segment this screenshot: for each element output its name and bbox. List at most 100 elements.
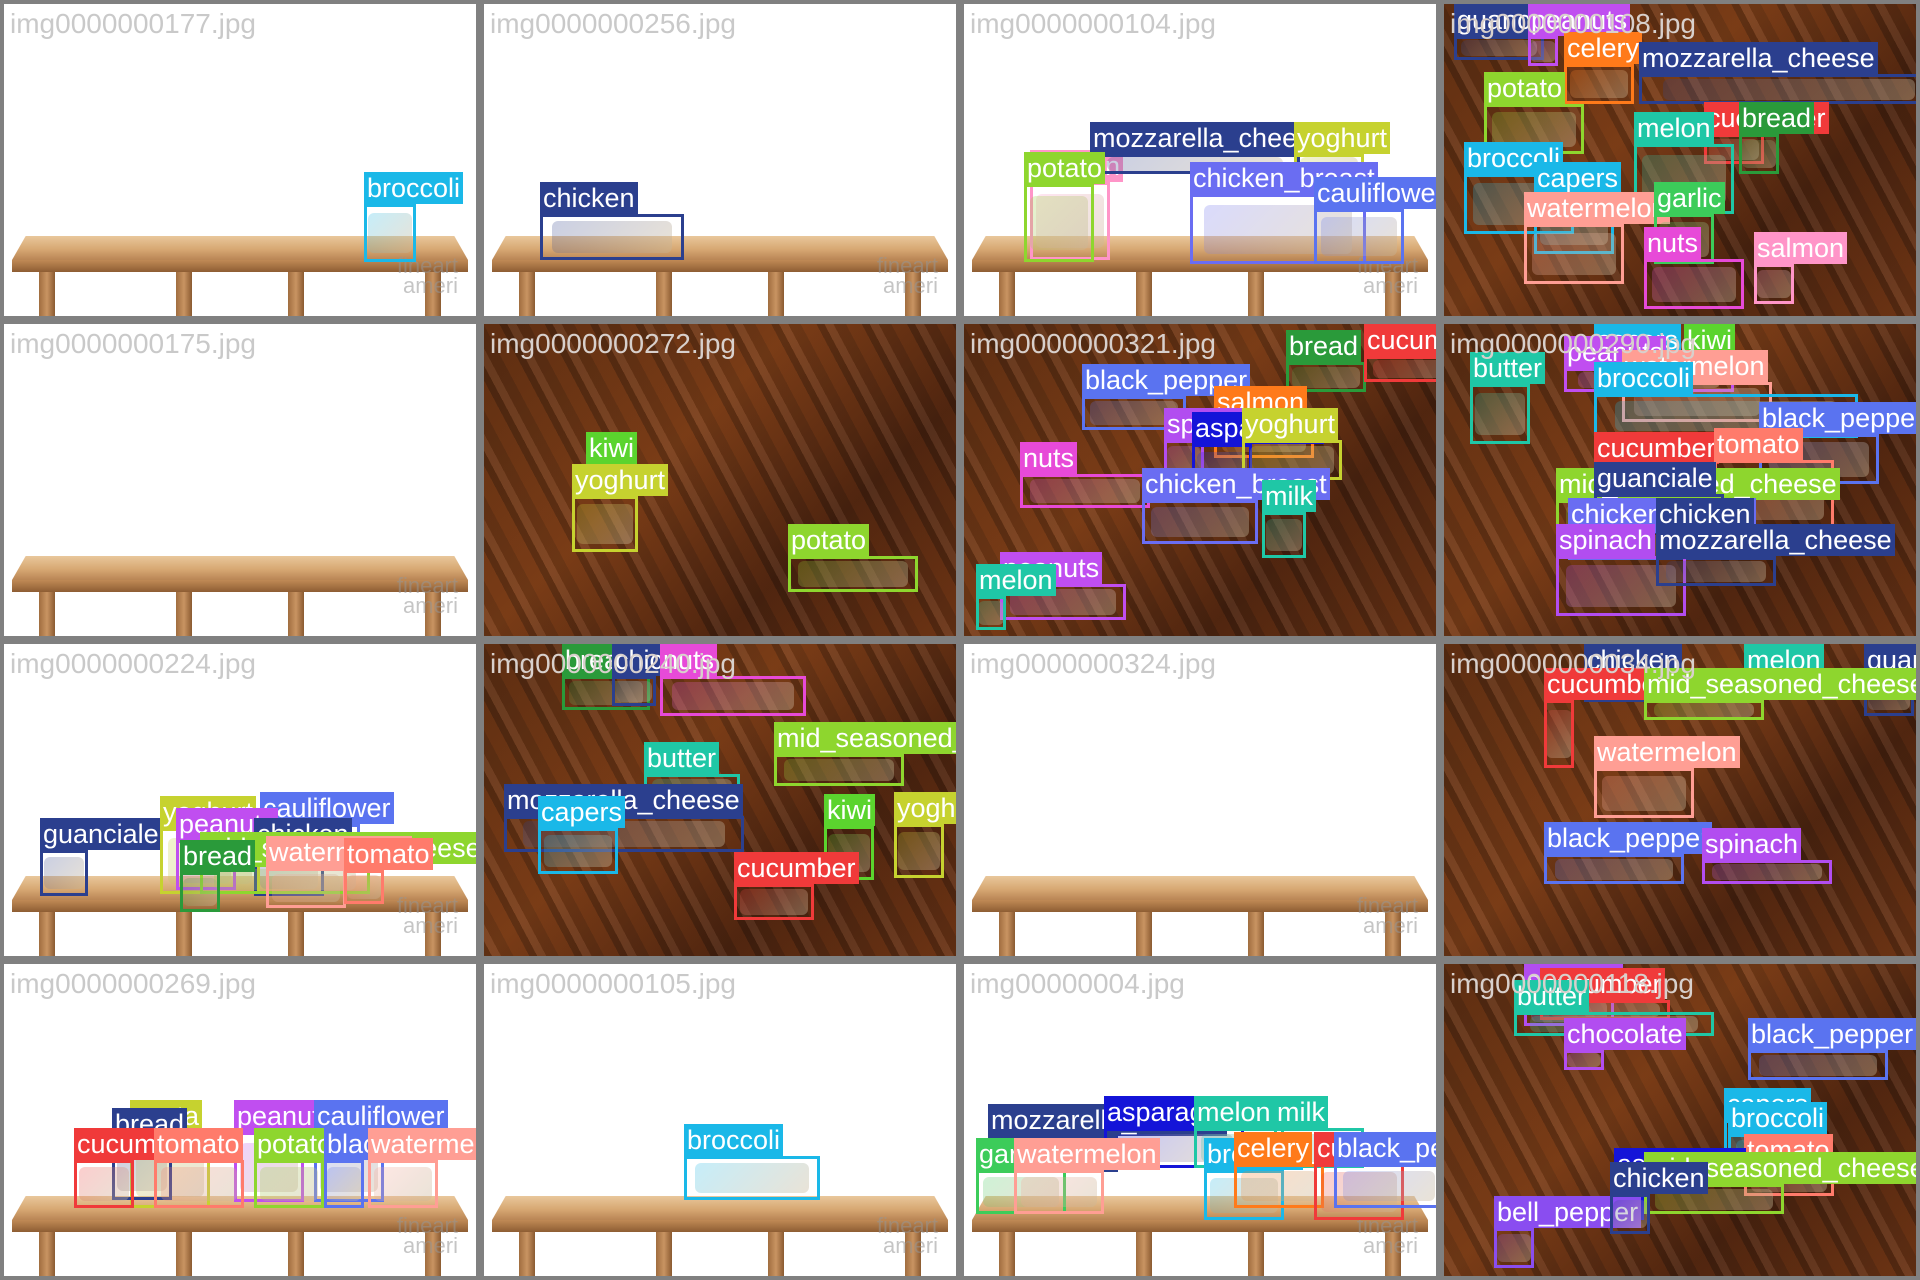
detection-label: milk [1262, 480, 1316, 512]
bounding-box [1524, 224, 1624, 284]
image-filename: img0000000034.jpg [1450, 648, 1696, 679]
bounding-box [364, 204, 416, 262]
detection-label: spinach [1556, 524, 1656, 556]
bounding-box [1470, 384, 1530, 444]
bounding-box [1314, 209, 1404, 264]
detection-bell-pepper: bell_pepper [1494, 1196, 1642, 1268]
detection-broccoli: broccoli [364, 172, 464, 262]
detection-label: tomato [1714, 428, 1803, 460]
detection-peanuts: peanuts [1528, 4, 1631, 66]
detection-label: watermelon [1524, 192, 1670, 224]
bounding-box [254, 1160, 324, 1208]
image-tile: fineart ameri img0000000177.jpg broccoli [0, 0, 480, 320]
detection-label: watermelon [1014, 1138, 1160, 1170]
detection-label: watermelon [1594, 736, 1740, 768]
bounding-box [344, 870, 384, 904]
detection-label: potato [1484, 72, 1566, 104]
bounding-box [572, 496, 638, 552]
bounding-box [1364, 356, 1436, 382]
detection-potato: potato [788, 524, 918, 592]
bounding-box [154, 1160, 244, 1208]
detection-label: kiwi [586, 432, 637, 464]
image-filename: img0000000272.jpg [490, 328, 736, 359]
image-tile: img0000000240.jpgbreadchickennutsmid_sea… [480, 640, 960, 960]
detection-capers: capers [538, 796, 626, 874]
bounding-box [1644, 259, 1744, 309]
bounding-box [324, 1160, 364, 1208]
detection-label: celery [1234, 1132, 1313, 1164]
bounding-box [1702, 860, 1832, 884]
detection-label: broccoli [684, 1124, 784, 1156]
bounding-box [774, 754, 904, 786]
detection-label: chocolate [1564, 1018, 1686, 1050]
detection-label: mozzarella_cheese [1656, 524, 1895, 556]
detection-label: spinach [1702, 828, 1802, 860]
detection-cucumber: cucumber [734, 852, 859, 920]
detection-chicken: chicken [1610, 1162, 1708, 1234]
detection-label: chicken [1610, 1162, 1708, 1194]
detection-potato: potato [1024, 152, 1106, 262]
image-filename: img0000000104.jpg [970, 8, 1216, 39]
detection-label: black_pepper [1544, 822, 1713, 854]
bounding-box [1610, 1194, 1650, 1234]
detection-label: yoghurt [1242, 408, 1339, 440]
detection-label: yoghurt [1294, 122, 1391, 154]
bounding-box [1014, 1170, 1104, 1214]
watermark-logo: fineart ameri [396, 1213, 458, 1258]
bounding-box [180, 872, 220, 912]
detection-mid-seasoned-cheese: mid_seasoned_cheese [1644, 668, 1916, 720]
image-tile: fineart ameriimg00000004.jpgmozzarella_c… [960, 960, 1440, 1280]
watermark-logo: fineart ameri [1356, 1213, 1418, 1258]
detection-label: broccoli [1594, 362, 1694, 394]
image-tile: img0000000290.jpgkiwicapersbutterpeanuts… [1440, 320, 1920, 640]
bounding-box [1334, 1164, 1436, 1208]
detection-label: chicken [540, 182, 638, 214]
detection-bread: bread [180, 840, 256, 912]
image-filename: img0000000175.jpg [10, 328, 256, 359]
detection-spinach: spinach [1702, 828, 1832, 884]
image-filename: img0000000224.jpg [10, 648, 256, 679]
detection-label: broccoli [1728, 1102, 1828, 1134]
detection-label: bread [180, 840, 256, 872]
detection-label: milk [1274, 1096, 1328, 1128]
bounding-box [1528, 36, 1558, 66]
detection-label: capers [538, 796, 626, 828]
bounding-box [40, 850, 88, 896]
detection-bread: bread [1739, 102, 1815, 174]
detection-label: tomato [344, 838, 433, 870]
detection-mid-seasoned-cheese: mid_seasoned_cheese [774, 722, 956, 786]
watermark-logo: fineart ameri [396, 893, 458, 938]
detection-broccoli: broccoli [684, 1124, 820, 1200]
bounding-box [894, 824, 944, 878]
watermark-logo: fineart ameri [1356, 893, 1418, 938]
detection-label: cucumber [1364, 324, 1436, 356]
image-filename: img0000000177.jpg [10, 8, 256, 39]
bounding-box [368, 1160, 438, 1208]
detection-label: mozzarella_cheese [1639, 42, 1878, 74]
detection-label: salmon [1754, 232, 1848, 264]
detection-cucumber: cucumber [74, 1128, 199, 1208]
detection-watermelon: watermelon [1524, 192, 1670, 284]
detection-black-pepper: black_pepper [1544, 822, 1713, 884]
image-filename: img0000000256.jpg [490, 8, 736, 39]
detection-label: potato [254, 1128, 336, 1160]
detection-butter: butter [1470, 352, 1546, 444]
bounding-box [266, 868, 346, 908]
detection-results-grid: fineart ameri img0000000177.jpg broccoli fi… [0, 0, 1920, 1280]
detection-label: butter [644, 742, 720, 774]
image-tile: fineart ameriimg0000000269.jpgpastabread… [0, 960, 480, 1280]
detection-yoghurt: yoghurt [894, 792, 956, 878]
bounding-box [788, 556, 918, 592]
detection-label: cucumber [734, 852, 859, 884]
detection-label: melon [976, 564, 1056, 596]
bounding-box [1544, 854, 1684, 884]
detection-celery: celery [1564, 32, 1643, 104]
bounding-box [734, 884, 814, 920]
detection-label: guanciale [1594, 462, 1716, 494]
detection-label: potato [788, 524, 870, 556]
detection-label: potato [1024, 152, 1106, 184]
detection-mozzarella-cheese: mozzarella_cheese [1639, 42, 1916, 104]
bounding-box [684, 1156, 820, 1200]
bounding-box [1644, 700, 1764, 720]
detection-chicken: chicken [612, 644, 710, 706]
